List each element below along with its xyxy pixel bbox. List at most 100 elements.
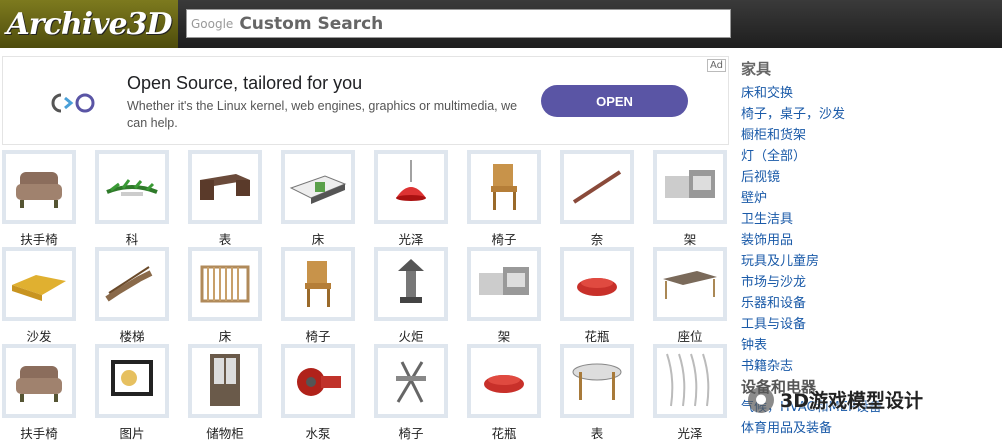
sidebar-link[interactable]: 装饰用品 <box>741 230 1001 251</box>
grid-item[interactable]: 光泽 <box>374 150 452 248</box>
grid-item-label[interactable]: 架 <box>653 229 727 248</box>
grid-item[interactable]: 水泵 <box>281 344 359 442</box>
thumbnail[interactable] <box>188 247 262 321</box>
thumbnail[interactable] <box>467 150 541 224</box>
thumbnail[interactable] <box>467 344 541 418</box>
grid-item[interactable]: 火炬 <box>374 247 452 345</box>
grid-item-label[interactable]: 座位 <box>653 326 727 345</box>
grid-item-label[interactable]: 科 <box>95 229 169 248</box>
grid-item[interactable]: 图片 <box>95 344 173 442</box>
crib-icon <box>200 265 250 303</box>
thumbnail[interactable] <box>560 150 634 224</box>
grid-item[interactable]: 床 <box>281 150 359 248</box>
grid-item-label[interactable]: 椅子 <box>467 229 541 248</box>
grid-item-label[interactable]: 储物柜 <box>188 423 262 442</box>
ad-open-button[interactable]: OPEN <box>541 85 688 117</box>
grid-item-label[interactable]: 奈 <box>560 229 634 248</box>
sidebar-heading: 家具 <box>741 60 772 78</box>
grid-item-label[interactable]: 沙发 <box>2 326 76 345</box>
grid-item[interactable]: 椅子 <box>467 150 545 248</box>
sidebar-link[interactable]: 市场与沙龙 <box>741 272 1001 293</box>
thumbnail[interactable] <box>653 150 727 224</box>
sidebar-link[interactable]: 体育用品及装备 <box>741 418 1001 439</box>
thumbnail[interactable] <box>2 344 76 418</box>
chair-icon <box>491 164 517 210</box>
thumbnail[interactable] <box>281 344 355 418</box>
grid-item[interactable]: 表 <box>560 344 638 442</box>
sidebar-link[interactable]: 灯（全部） <box>741 146 1001 167</box>
thumbnail[interactable] <box>188 344 262 418</box>
grid-item-label[interactable]: 图片 <box>95 423 169 442</box>
thumbnail[interactable] <box>653 344 727 418</box>
grid-item[interactable]: 扶手椅 <box>2 344 80 442</box>
thumbnail[interactable] <box>2 247 76 321</box>
grid-item[interactable]: 科 <box>95 150 173 248</box>
sidebar-link[interactable]: 壁炉 <box>741 188 1001 209</box>
sidebar-link[interactable]: 床和交换 <box>741 83 1001 104</box>
grid-item-label[interactable]: 架 <box>467 326 541 345</box>
grid-item[interactable]: 奈 <box>560 150 638 248</box>
grid-item-label[interactable]: 表 <box>188 229 262 248</box>
sidebar-link[interactable]: 乐器和设备 <box>741 293 1001 314</box>
sidebar-link[interactable]: 橱柜和货架 <box>741 125 1001 146</box>
grid-item-label[interactable]: 床 <box>188 326 262 345</box>
thumbnail[interactable] <box>95 150 169 224</box>
thumbnail[interactable] <box>95 247 169 321</box>
thumbnail[interactable] <box>2 150 76 224</box>
folding-chair-icon <box>396 361 426 403</box>
ad-banner[interactable]: Ad Open Source, tailored for you Whether… <box>2 56 729 145</box>
ad-title[interactable]: Open Source, tailored for you <box>127 73 362 94</box>
ad-badge[interactable]: Ad <box>706 59 726 72</box>
grid-item-label[interactable]: 扶手椅 <box>2 423 76 442</box>
thumbnail[interactable] <box>188 150 262 224</box>
sidebar-link[interactable]: 钟表 <box>741 335 1001 356</box>
thumbnail[interactable] <box>653 247 727 321</box>
sidebar-link[interactable]: 椅子，桌子，沙发 <box>741 104 1001 125</box>
grid-item-label[interactable]: 光泽 <box>653 423 727 442</box>
thumbnail[interactable] <box>560 344 634 418</box>
grid-item[interactable]: 座位 <box>653 247 731 345</box>
sidebar-link[interactable]: 玩具及儿童房 <box>741 251 1001 272</box>
grid-item[interactable]: 光泽 <box>653 344 731 442</box>
grid-item[interactable]: 表 <box>188 150 266 248</box>
grid-item-label[interactable]: 火炬 <box>374 326 448 345</box>
grid-item-label[interactable]: 表 <box>560 423 634 442</box>
grid-item[interactable]: 楼梯 <box>95 247 173 345</box>
sidebar-link[interactable]: 卫生洁具 <box>741 209 1001 230</box>
grid-item-label[interactable]: 椅子 <box>374 423 448 442</box>
grid-item[interactable]: 花瓶 <box>560 247 638 345</box>
thumbnail[interactable] <box>95 344 169 418</box>
site-logo[interactable]: Archive3D <box>0 0 178 48</box>
thumbnail[interactable] <box>560 247 634 321</box>
lamp-icon <box>396 160 426 201</box>
thumbnail[interactable] <box>374 344 448 418</box>
grid-item[interactable]: 床 <box>188 247 266 345</box>
round-table-icon <box>572 363 622 400</box>
thumbnail[interactable] <box>281 247 355 321</box>
search-input[interactable]: Google Custom Search <box>186 9 731 38</box>
grid-item[interactable]: 扶手椅 <box>2 150 80 248</box>
thumbnail[interactable] <box>374 247 448 321</box>
grid-item[interactable]: 储物柜 <box>188 344 266 442</box>
sidebar-link[interactable]: 书籍杂志 <box>741 356 1001 377</box>
grid-item[interactable]: 架 <box>467 247 545 345</box>
grid-item-label[interactable]: 椅子 <box>281 326 355 345</box>
grid-item-label[interactable]: 花瓶 <box>560 326 634 345</box>
grid-item[interactable]: 椅子 <box>281 247 359 345</box>
grid-item[interactable]: 椅子 <box>374 344 452 442</box>
thumbnail[interactable] <box>281 150 355 224</box>
grid-item-label[interactable]: 扶手椅 <box>2 229 76 248</box>
grid-item-label[interactable]: 床 <box>281 229 355 248</box>
grid-item-label[interactable]: 花瓶 <box>467 423 541 442</box>
grid-item[interactable]: 沙发 <box>2 247 80 345</box>
grid-item-label[interactable]: 楼梯 <box>95 326 169 345</box>
grid-item[interactable]: 花瓶 <box>467 344 545 442</box>
thumbnail[interactable] <box>467 247 541 321</box>
curtain-icon <box>666 353 710 407</box>
grid-item-label[interactable]: 光泽 <box>374 229 448 248</box>
grid-item[interactable]: 架 <box>653 150 731 248</box>
sidebar-link[interactable]: 工具与设备 <box>741 314 1001 335</box>
grid-item-label[interactable]: 水泵 <box>281 423 355 442</box>
sidebar-link[interactable]: 后视镜 <box>741 167 1001 188</box>
thumbnail[interactable] <box>374 150 448 224</box>
